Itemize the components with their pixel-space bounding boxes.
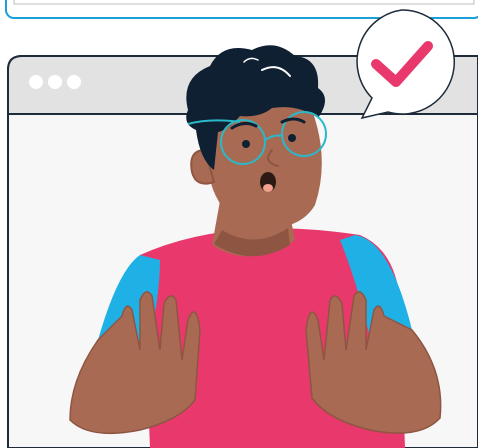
window-dots-icon: [29, 75, 81, 89]
illustration-svg: [5, 0, 478, 448]
illustration-scene: [0, 0, 478, 448]
